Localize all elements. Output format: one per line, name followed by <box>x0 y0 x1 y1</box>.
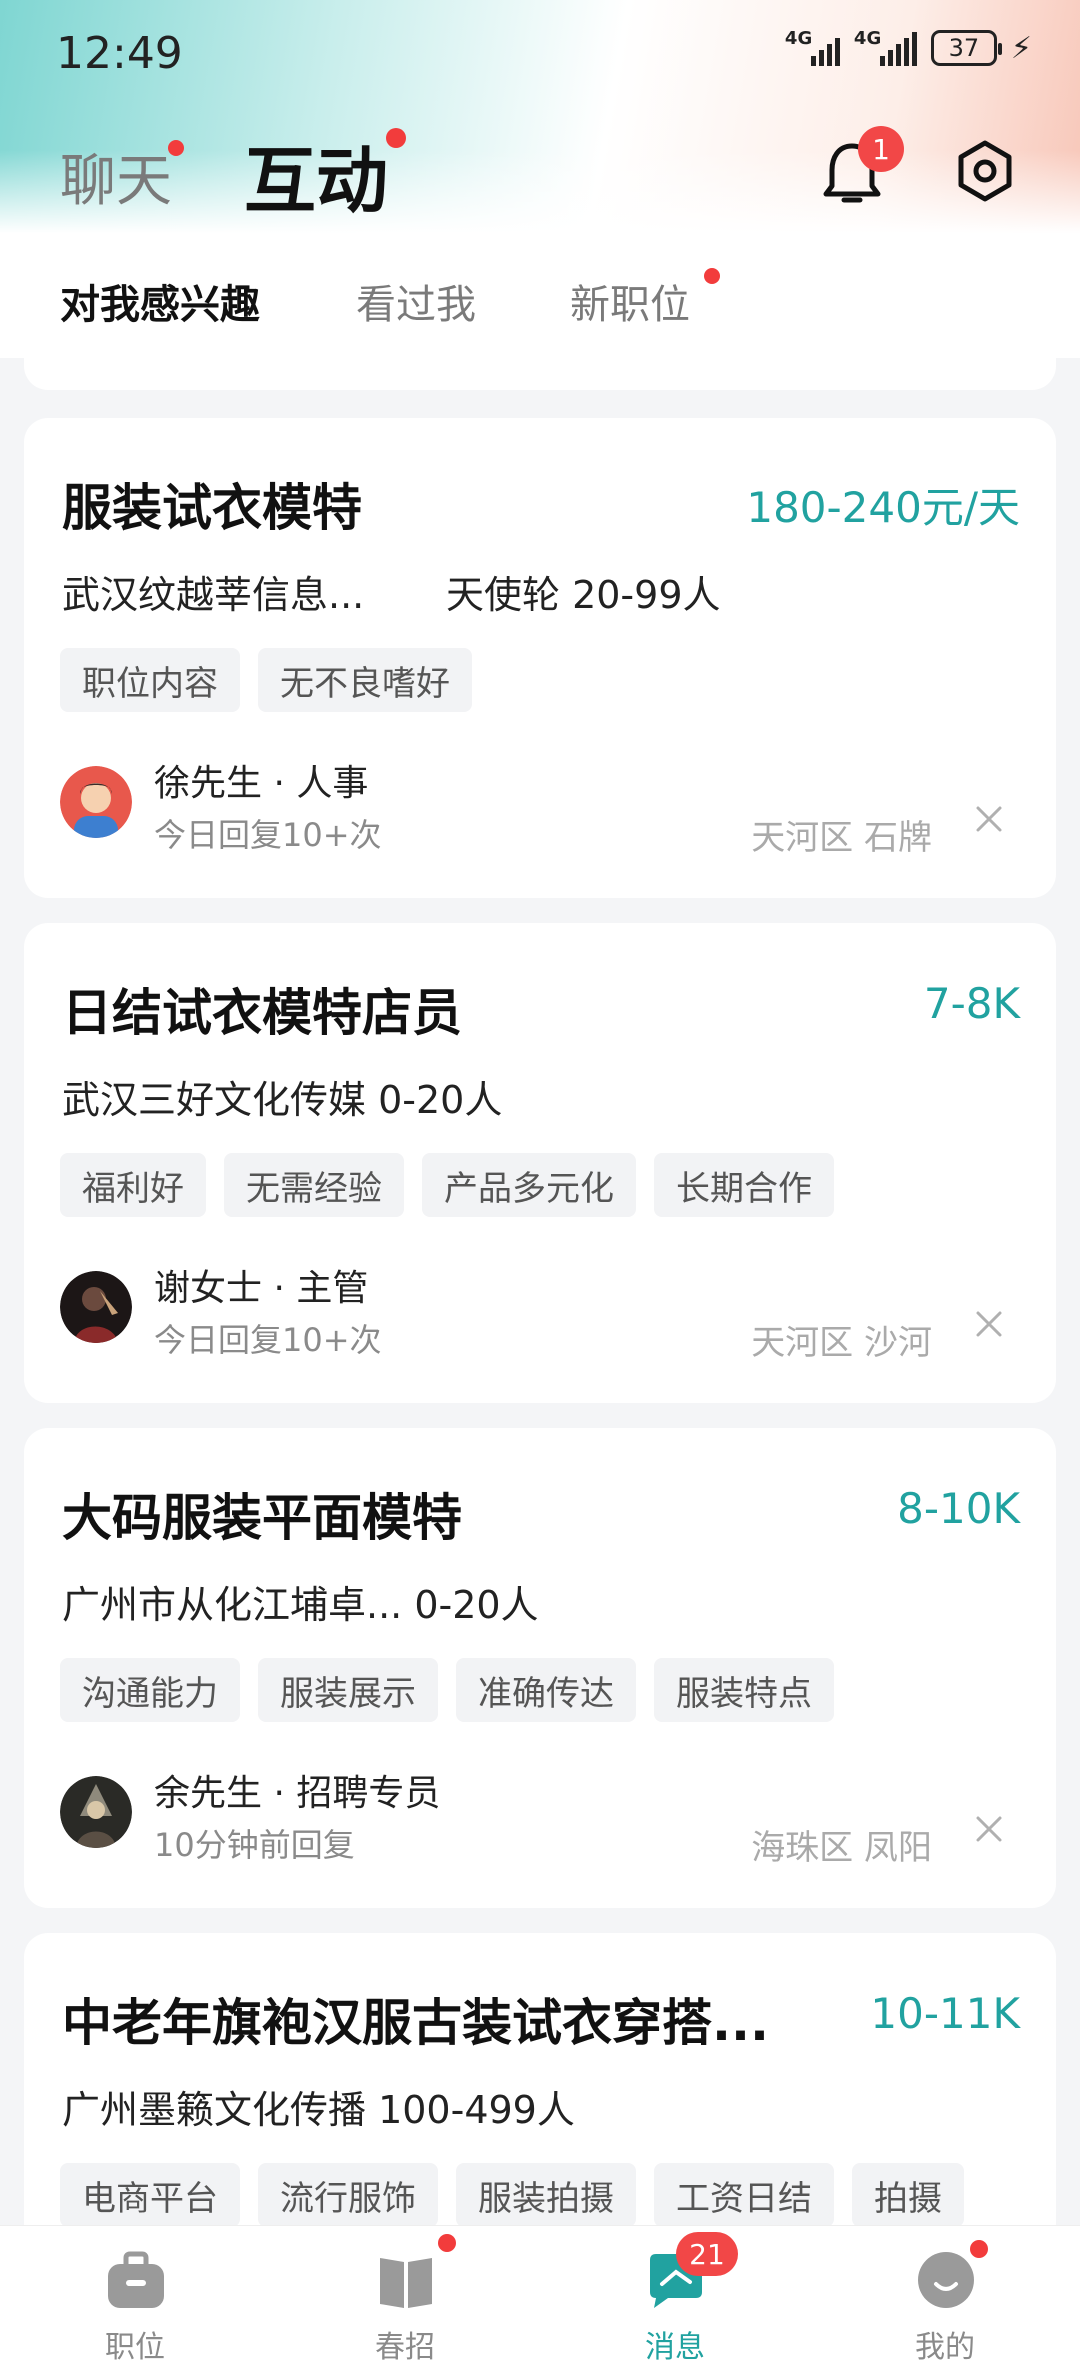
job-card[interactable]: 日结试衣模特店员 7-8K 武汉三好文化传媒 0-20人 福利好 无需经验 产品… <box>24 923 1056 1403</box>
header: 12:49 4G 4G 37 ⚡ 聊天 互动 1 对我感兴趣 看过我 新职位 <box>0 0 1080 358</box>
subtab-viewed-me[interactable]: 看过我 <box>356 272 476 330</box>
job-tags: 职位内容 无不良嗜好 <box>60 648 472 712</box>
job-title: 服装试衣模特 <box>62 479 362 537</box>
avatar <box>60 766 132 838</box>
job-card-partial[interactable] <box>24 358 1056 390</box>
signal-icon: 4G <box>785 28 840 66</box>
top-nav: 聊天 互动 1 <box>0 110 1080 230</box>
job-location: 天河区 石牌 <box>751 818 932 858</box>
tab-chat[interactable]: 聊天 <box>60 136 172 217</box>
job-tag: 无需经验 <box>224 1153 404 1217</box>
recruiter-name: 谢女士 · 主管 <box>154 1268 369 1309</box>
job-tag: 服装展示 <box>258 1658 438 1722</box>
company-name: 武汉纹越莘信息... <box>62 573 365 617</box>
nav-label: 春招 <box>375 2330 435 2365</box>
nav-profile[interactable]: 我的 <box>810 2226 1080 2375</box>
reply-rate: 今日回复10+次 <box>154 1321 382 1359</box>
book-icon <box>380 2258 432 2308</box>
gear-icon <box>958 140 1012 202</box>
notification-badge: 1 <box>858 126 904 172</box>
messages-badge: 21 <box>676 2232 738 2276</box>
company-name: 武汉三好文化传媒 0-20人 <box>62 1078 503 1122</box>
avatar <box>60 1271 132 1343</box>
nav-label: 职位 <box>105 2330 165 2365</box>
company-name: 广州市从化江埔卓... 0-20人 <box>62 1583 539 1627</box>
job-title: 日结试衣模特店员 <box>62 984 462 1042</box>
job-tag: 拍摄 <box>852 2163 964 2225</box>
job-tag: 电商平台 <box>60 2163 240 2225</box>
nav-spring-recruit[interactable]: 春招 <box>270 2226 540 2375</box>
job-tags: 福利好 无需经验 产品多元化 长期合作 <box>60 1153 834 1217</box>
notification-button[interactable]: 1 <box>822 126 904 210</box>
settings-button[interactable] <box>954 140 1016 202</box>
job-tag: 服装特点 <box>654 1658 834 1722</box>
company-funding-size: 天使轮 20-99人 <box>446 573 721 617</box>
job-title: 中老年旗袍汉服古装试衣穿搭... <box>62 1994 769 2052</box>
job-tag: 福利好 <box>60 1153 206 1217</box>
briefcase-icon <box>108 2251 164 2308</box>
job-tag: 无不良嗜好 <box>258 648 472 712</box>
recruiter-name: 徐先生 · 人事 <box>154 763 369 804</box>
nav-jobs[interactable]: 职位 <box>0 2226 270 2375</box>
battery-icon: 37 <box>930 30 1002 66</box>
job-tag: 服装拍摄 <box>456 2163 636 2225</box>
close-icon[interactable] <box>972 802 1006 836</box>
nav-messages[interactable]: 21 消息 <box>540 2226 810 2375</box>
nav-label: 我的 <box>915 2330 975 2365</box>
bottom-nav: 职位 春招 21 消息 我的 <box>0 2225 1080 2375</box>
job-card[interactable]: 中老年旗袍汉服古装试衣穿搭... 10-11K 广州墨籁文化传播 100-499… <box>24 1933 1056 2225</box>
job-location: 海珠区 凤阳 <box>751 1828 932 1868</box>
job-tag: 职位内容 <box>60 648 240 712</box>
job-title: 大码服装平面模特 <box>62 1489 462 1547</box>
job-tag: 沟通能力 <box>60 1658 240 1722</box>
tab-interact[interactable]: 互动 <box>244 122 388 227</box>
reply-rate: 今日回复10+次 <box>154 816 382 854</box>
company-name: 广州墨籁文化传播 100-499人 <box>62 2088 575 2132</box>
close-icon[interactable] <box>972 1307 1006 1341</box>
job-tags: 沟通能力 服装展示 准确传达 服装特点 <box>60 1658 834 1722</box>
recruiter-name: 余先生 · 招聘专员 <box>154 1773 441 1814</box>
interact-unread-dot <box>386 128 406 148</box>
system-icons: 4G 4G 37 ⚡ <box>785 28 1032 66</box>
job-tag: 长期合作 <box>654 1153 834 1217</box>
spring-recruit-dot <box>438 2234 456 2252</box>
status-bar: 12:49 4G 4G 37 ⚡ <box>0 0 1080 110</box>
job-tags: 电商平台 流行服饰 服装拍摄 工资日结 拍摄 <box>60 2163 964 2225</box>
profile-icon <box>918 2252 974 2308</box>
job-tag: 准确传达 <box>456 1658 636 1722</box>
subtab-interested[interactable]: 对我感兴趣 <box>60 272 260 330</box>
job-salary: 8-10K <box>897 1484 1020 1533</box>
profile-dot <box>970 2240 988 2258</box>
nav-label: 消息 <box>645 2330 705 2365</box>
signal-icon: 4G <box>854 28 917 66</box>
job-location: 天河区 沙河 <box>751 1323 932 1363</box>
chat-unread-dot <box>168 140 184 156</box>
job-tag: 产品多元化 <box>422 1153 636 1217</box>
job-salary: 10-11K <box>870 1989 1020 2038</box>
job-tag: 流行服饰 <box>258 2163 438 2225</box>
status-time: 12:49 <box>56 28 183 79</box>
new-jobs-dot <box>704 268 720 284</box>
reply-rate: 10分钟前回复 <box>154 1826 355 1864</box>
job-card[interactable]: 服装试衣模特 180-240元/天 武汉纹越莘信息... 天使轮 20-99人 … <box>24 418 1056 898</box>
job-salary: 180-240元/天 <box>746 483 1020 532</box>
job-tag: 工资日结 <box>654 2163 834 2225</box>
avatar <box>60 1776 132 1848</box>
job-card[interactable]: 大码服装平面模特 8-10K 广州市从化江埔卓... 0-20人 沟通能力 服装… <box>24 1428 1056 1908</box>
charging-icon: ⚡ <box>1010 30 1032 66</box>
job-salary: 7-8K <box>923 979 1020 1028</box>
sub-tabs: 对我感兴趣 看过我 新职位 <box>0 250 1080 358</box>
subtab-new-jobs[interactable]: 新职位 <box>570 272 690 330</box>
close-icon[interactable] <box>972 1812 1006 1846</box>
job-list[interactable]: 服装试衣模特 180-240元/天 武汉纹越莘信息... 天使轮 20-99人 … <box>0 358 1080 2225</box>
